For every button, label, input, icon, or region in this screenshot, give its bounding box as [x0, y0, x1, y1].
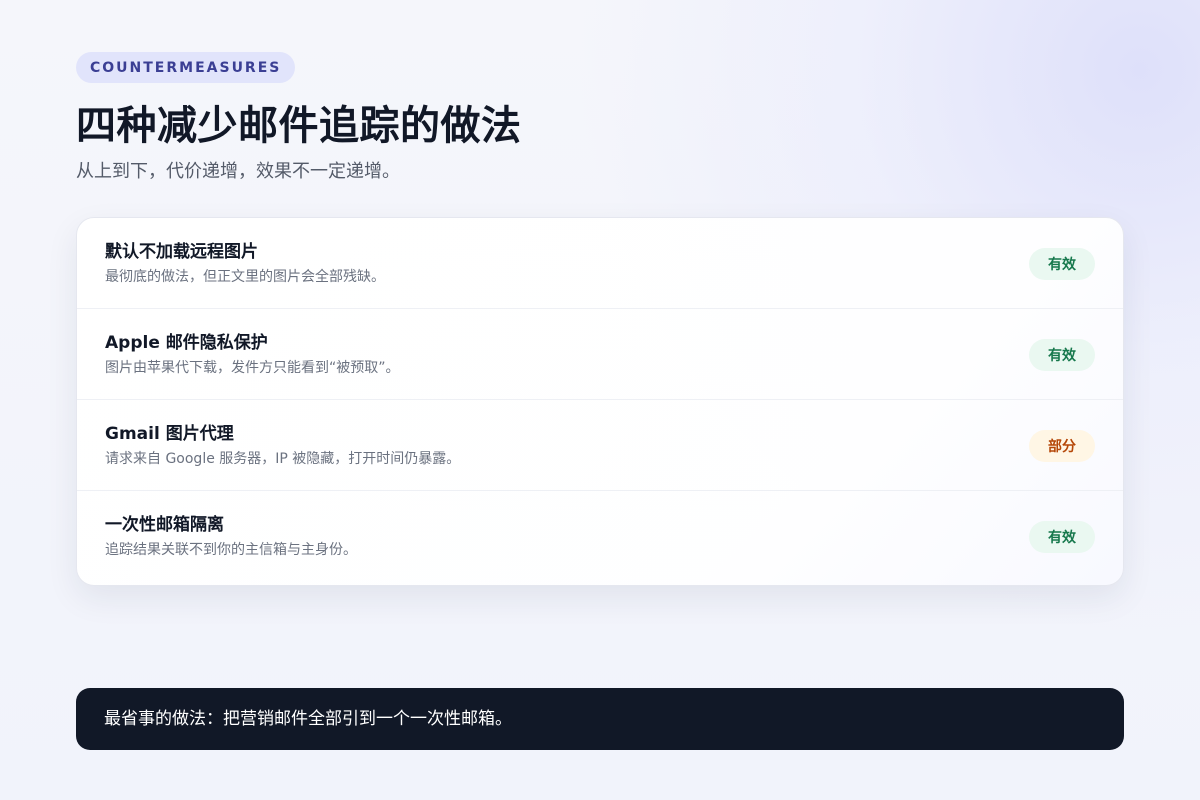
measure-title: 一次性邮箱隔离	[105, 515, 224, 535]
measure-description: 最彻底的做法，但正文里的图片会全部残缺。	[105, 269, 385, 285]
measure-row-remote-images: 默认不加载远程图片 最彻底的做法，但正文里的图片会全部残缺。 有效	[77, 218, 1123, 309]
measure-row-gmail-proxy: Gmail 图片代理 请求来自 Google 服务器，IP 被隐藏，打开时间仍暴…	[77, 400, 1123, 491]
measure-description: 追踪结果关联不到你的主信箱与主身份。	[105, 542, 357, 558]
page-subtitle: 从上到下，代价递增，效果不一定递增。	[76, 161, 400, 182]
measure-title: 默认不加载远程图片	[105, 242, 258, 262]
measure-description: 图片由苹果代下载，发件方只能看到“被预取”。	[105, 360, 400, 376]
page-title: 四种减少邮件追踪的做法	[76, 103, 522, 149]
measure-row-disposable-mailbox: 一次性邮箱隔离 追踪结果关联不到你的主信箱与主身份。 有效	[77, 491, 1123, 582]
measure-title: Apple 邮件隐私保护	[105, 333, 268, 353]
measure-description: 请求来自 Google 服务器，IP 被隐藏，打开时间仍暴露。	[105, 451, 461, 467]
countermeasures-card: 默认不加载远程图片 最彻底的做法，但正文里的图片会全部残缺。 有效 Apple …	[76, 217, 1124, 586]
status-badge: 部分	[1029, 430, 1095, 462]
measure-row-apple-privacy: Apple 邮件隐私保护 图片由苹果代下载，发件方只能看到“被预取”。 有效	[77, 309, 1123, 400]
status-badge: 有效	[1029, 248, 1095, 280]
status-badge: 有效	[1029, 521, 1095, 553]
measure-title: Gmail 图片代理	[105, 424, 234, 444]
footer-tip-banner: 最省事的做法：把营销邮件全部引到一个一次性邮箱。	[76, 688, 1124, 750]
eyebrow-tag: COUNTERMEASURES	[76, 52, 296, 83]
status-badge: 有效	[1029, 339, 1095, 371]
footer-tip-text: 最省事的做法：把营销邮件全部引到一个一次性邮箱。	[104, 709, 512, 729]
